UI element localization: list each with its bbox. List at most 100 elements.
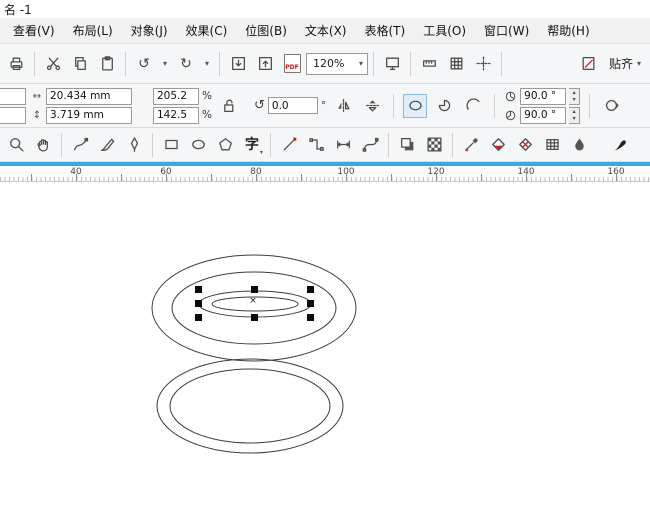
object-y-field[interactable]: [0, 106, 26, 124]
text-tool[interactable]: 字 ▾: [239, 132, 265, 158]
line-tool[interactable]: [276, 132, 302, 158]
coreldraw-window: 名 -1 查看(V) 布局(L) 对象(J) 效果(C) 位图(B) 文本(X)…: [0, 0, 650, 521]
ellipse-shape-bottom-inner[interactable]: [169, 368, 331, 444]
object-x-field[interactable]: [0, 87, 26, 105]
ellipse-shape-bottom-outer[interactable]: [156, 358, 344, 454]
copy-button[interactable]: [67, 51, 93, 77]
start-angle-icon: [505, 91, 516, 101]
selection-handle-middle-right[interactable]: [307, 300, 314, 307]
dimension-tool[interactable]: [330, 132, 356, 158]
brush-icon: [100, 138, 114, 152]
color-eyedropper-tool[interactable]: [458, 132, 484, 158]
menu-item-object[interactable]: 对象(J): [122, 18, 177, 43]
paste-button[interactable]: [94, 51, 120, 77]
print-button[interactable]: [3, 51, 29, 77]
end-angle-stepper[interactable]: ▴ ▾: [569, 106, 581, 124]
scale-lock-toggle[interactable]: [217, 94, 241, 118]
smear-tool[interactable]: [606, 132, 632, 158]
change-direction-icon: [605, 99, 619, 112]
bspline-tool[interactable]: [357, 132, 383, 158]
canvas-artwork: ×: [151, 254, 357, 454]
graph-paper-tool[interactable]: [539, 132, 565, 158]
rectangle-icon: [164, 139, 178, 150]
arc-mode-button[interactable]: [461, 94, 485, 118]
end-angle-field[interactable]: 90.0 °: [520, 106, 567, 124]
menu-item-tools[interactable]: 工具(O): [414, 18, 475, 43]
fullscreen-preview-button[interactable]: [379, 51, 405, 77]
zoom-tool[interactable]: [3, 132, 29, 158]
menu-item-text[interactable]: 文本(X): [296, 18, 356, 43]
connector-tool[interactable]: [303, 132, 329, 158]
scissors-icon: [46, 57, 60, 71]
undo-button[interactable]: ↺: [131, 51, 157, 77]
object-height-field[interactable]: 3.719 mm: [46, 106, 132, 124]
ellipse-shape-top-outer[interactable]: [151, 254, 357, 362]
menu-item-effects[interactable]: 效果(C): [177, 18, 237, 43]
menu-item-help[interactable]: 帮助(H): [538, 18, 598, 43]
chevron-down-icon: ▾: [358, 58, 363, 68]
mirror-horizontal-button[interactable]: [331, 94, 355, 118]
menu-item-layout[interactable]: 布局(L): [64, 18, 122, 43]
selection-handle-bottom-left[interactable]: [195, 314, 202, 321]
drop-shadow-tool[interactable]: [394, 132, 420, 158]
import-icon: [231, 57, 245, 70]
options-button[interactable]: [576, 51, 602, 77]
undo-dropdown-button[interactable]: ▾: [158, 51, 172, 77]
drawing-canvas[interactable]: ×: [0, 182, 650, 521]
start-angle-stepper[interactable]: ▴ ▾: [569, 87, 581, 105]
export-button[interactable]: [252, 51, 278, 77]
mirror-vertical-button[interactable]: [360, 94, 384, 118]
mesh-fill-tool[interactable]: [512, 132, 538, 158]
ellipse-shape-top-middle[interactable]: [171, 271, 337, 345]
pen-tool[interactable]: [121, 132, 147, 158]
scale-horizontal-field[interactable]: 205.2: [153, 87, 199, 105]
rotation-icon: ↺: [253, 98, 265, 113]
object-height-icon: ↕: [32, 109, 42, 121]
undo-icon: ↺: [138, 55, 150, 72]
monitor-icon: [385, 57, 399, 70]
object-width-field[interactable]: 20.434 mm: [46, 87, 132, 105]
horizontal-ruler[interactable]: 40 60 80 100 120 140 160: [0, 166, 650, 182]
redo-button[interactable]: ↻: [173, 51, 199, 77]
rotation-angle-field[interactable]: 0.0: [267, 97, 318, 114]
selection-handle-bottom-middle[interactable]: [251, 314, 258, 321]
menu-item-view[interactable]: 查看(V): [4, 18, 64, 43]
smart-fill-tool[interactable]: [566, 132, 592, 158]
transparency-tool[interactable]: [421, 132, 447, 158]
change-direction-button[interactable]: [599, 94, 623, 118]
selection-handle-middle-left[interactable]: [195, 300, 202, 307]
redo-dropdown-button[interactable]: ▾: [200, 51, 214, 77]
show-grid-button[interactable]: [443, 51, 469, 77]
property-bar: ↔ 20.434 mm ↕ 3.719 mm 205.2 % 142.5 % ↺…: [0, 84, 650, 128]
freehand-tool[interactable]: [67, 132, 93, 158]
show-rulers-button[interactable]: [416, 51, 442, 77]
pie-mode-button[interactable]: [432, 94, 456, 118]
publish-pdf-button[interactable]: PDF: [279, 51, 305, 77]
selection-handle-top-left[interactable]: [195, 286, 202, 293]
toolbar-divider: [34, 51, 35, 76]
menu-item-table[interactable]: 表格(T): [356, 18, 415, 43]
rectangle-tool[interactable]: [158, 132, 184, 158]
ellipse-tool[interactable]: [185, 132, 211, 158]
scale-vertical-field[interactable]: 142.5: [153, 106, 199, 124]
snap-to-dropdown[interactable]: 贴齐 ▾: [603, 51, 647, 77]
ellipse-mode-button[interactable]: [403, 93, 428, 118]
import-button[interactable]: [225, 51, 251, 77]
guidelines-icon: [475, 56, 491, 71]
cut-button[interactable]: [40, 51, 66, 77]
toolbar-divider: [373, 51, 374, 76]
polygon-tool[interactable]: [212, 132, 238, 158]
stepper-up-icon: ▴: [572, 108, 576, 115]
selection-handle-top-middle[interactable]: [251, 286, 258, 293]
menu-item-window[interactable]: 窗口(W): [475, 18, 538, 43]
artistic-media-tool[interactable]: [94, 132, 120, 158]
selection-center-marker[interactable]: ×: [249, 296, 257, 306]
interactive-fill-tool[interactable]: [485, 132, 511, 158]
pan-tool[interactable]: [30, 132, 56, 158]
selection-handle-top-right[interactable]: [307, 286, 314, 293]
start-angle-field[interactable]: 90.0 °: [520, 87, 567, 105]
show-guidelines-button[interactable]: [470, 51, 496, 77]
selection-handle-bottom-right[interactable]: [307, 314, 314, 321]
zoom-level-combo[interactable]: 120% ▾: [306, 52, 368, 75]
menu-item-bitmaps[interactable]: 位图(B): [236, 18, 296, 43]
